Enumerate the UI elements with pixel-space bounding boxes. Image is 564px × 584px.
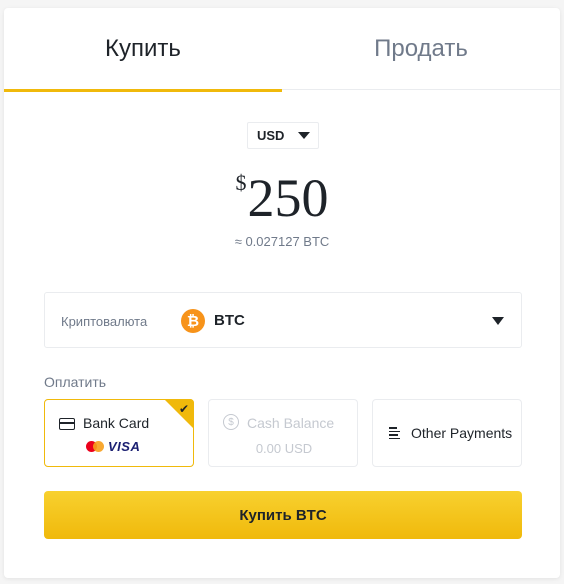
crypto-select[interactable]: Криптовалюта ₿ BTC	[44, 292, 522, 348]
crypto-conversion-estimate: ≈ 0.027127 BTC	[234, 234, 330, 249]
tab-sell-label: Продать	[374, 35, 468, 62]
dollar-circle-icon: $	[223, 414, 239, 430]
caret-down-icon	[298, 132, 310, 139]
caret-down-icon	[492, 317, 504, 325]
payment-label: Оплатить	[44, 374, 107, 390]
fiat-amount-display[interactable]: $250	[4, 168, 560, 228]
tab-buy[interactable]: Купить	[4, 8, 282, 92]
list-icon	[389, 427, 400, 439]
tab-bar: Купить Продать	[4, 8, 560, 92]
credit-card-icon	[59, 418, 75, 430]
checkmark-icon: ✔	[178, 402, 189, 416]
tab-buy-label: Купить	[105, 35, 181, 62]
fiat-amount-value: 250	[247, 168, 329, 228]
payment-option-bank-card[interactable]: Bank Card VISA ✔	[44, 399, 194, 467]
cash-balance-value: 0.00 USD	[255, 441, 313, 456]
bitcoin-icon: ₿	[181, 309, 205, 333]
payment-option-title: Bank Card	[83, 415, 150, 431]
buy-sell-widget: Купить Продать USD $250 ≈ 0.027127 BTC К…	[4, 8, 560, 578]
visa-logo: VISA	[108, 439, 141, 454]
crypto-select-label: Криптовалюта	[61, 314, 148, 329]
payment-option-other[interactable]: Other Payments	[372, 399, 522, 467]
crypto-select-value: BTC	[214, 312, 245, 329]
active-tab-indicator	[4, 89, 282, 92]
payment-option-title: Cash Balance	[247, 415, 335, 431]
currency-symbol: $	[235, 170, 247, 195]
mastercard-logo	[86, 441, 104, 452]
buy-button[interactable]: Купить BTC	[44, 491, 522, 539]
payment-option-title: Other Payments	[411, 425, 513, 441]
tab-sell[interactable]: Продать	[282, 8, 560, 90]
fiat-currency-value: USD	[257, 128, 285, 143]
fiat-currency-select[interactable]: USD	[247, 122, 319, 149]
payment-option-cash-balance[interactable]: $ Cash Balance 0.00 USD	[208, 399, 358, 467]
